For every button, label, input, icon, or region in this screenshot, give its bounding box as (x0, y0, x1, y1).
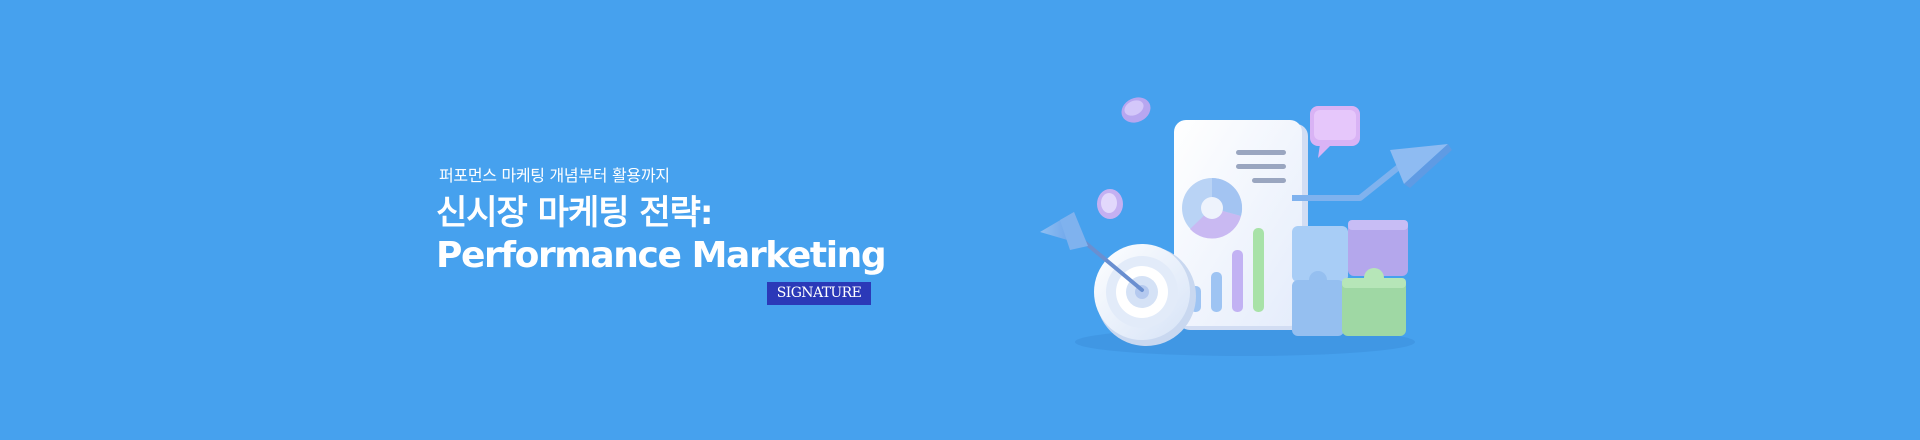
coin-icon (1121, 97, 1151, 123)
banner-subtitle: 퍼포먼스 마케팅 개념부터 활용까지 (439, 166, 670, 185)
banner-title-korean: 신시장 마케팅 전략: (436, 193, 714, 233)
marketing-illustration (1040, 97, 1452, 356)
coin-icon (1097, 189, 1123, 219)
trend-arrow-icon (1292, 144, 1452, 201)
banner-title-english: Performance Marketing (436, 235, 887, 276)
signature-badge: SIGNATURE (767, 282, 871, 305)
promo-banner[interactable]: 퍼포먼스 마케팅 개념부터 활용까지 신시장 마케팅 전략: Performan… (0, 0, 1920, 440)
puzzle-icon (1292, 220, 1408, 336)
speech-bubble-icon (1310, 106, 1360, 158)
pie-chart-icon (1182, 177, 1243, 239)
